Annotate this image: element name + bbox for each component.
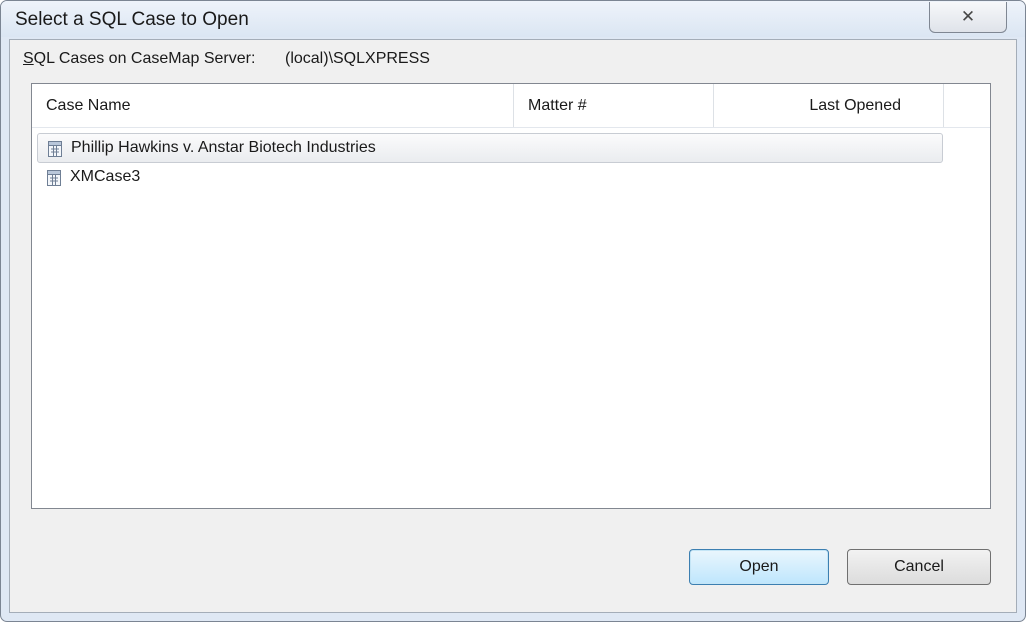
database-case-icon xyxy=(46,169,62,187)
window-title: Select a SQL Case to Open xyxy=(15,9,249,30)
server-value: (local)\SQLXPRESS xyxy=(285,50,430,67)
close-icon: ✕ xyxy=(960,7,976,26)
column-header-last-opened[interactable]: Last Opened xyxy=(714,84,944,127)
open-button[interactable]: Open xyxy=(689,549,829,585)
cancel-button[interactable]: Cancel xyxy=(847,549,991,585)
column-header-case-name[interactable]: Case Name xyxy=(32,84,514,127)
dialog-window: Select a SQL Case to Open ✕ SQL Cases on… xyxy=(0,0,1026,622)
list-header: Case Name Matter # Last Opened xyxy=(32,84,990,128)
column-header-matter[interactable]: Matter # xyxy=(514,84,714,127)
list-item[interactable]: XMCase3 xyxy=(37,163,943,193)
case-name: Phillip Hawkins v. Anstar Biotech Indust… xyxy=(71,139,376,156)
column-header-filler xyxy=(944,84,990,127)
list-item[interactable]: Phillip Hawkins v. Anstar Biotech Indust… xyxy=(37,133,943,163)
server-label-text: QL Cases on CaseMap Server: xyxy=(33,50,256,67)
case-name: XMCase3 xyxy=(70,168,141,185)
server-label-mnemonic: S xyxy=(23,50,34,67)
close-button[interactable]: ✕ xyxy=(929,2,1007,33)
database-case-icon xyxy=(47,140,63,158)
case-list[interactable]: Case Name Matter # Last Opened Phillip H… xyxy=(31,83,991,509)
server-label: SQL Cases on CaseMap Server: xyxy=(23,50,255,68)
title-bar: Select a SQL Case to Open ✕ xyxy=(1,1,1025,37)
